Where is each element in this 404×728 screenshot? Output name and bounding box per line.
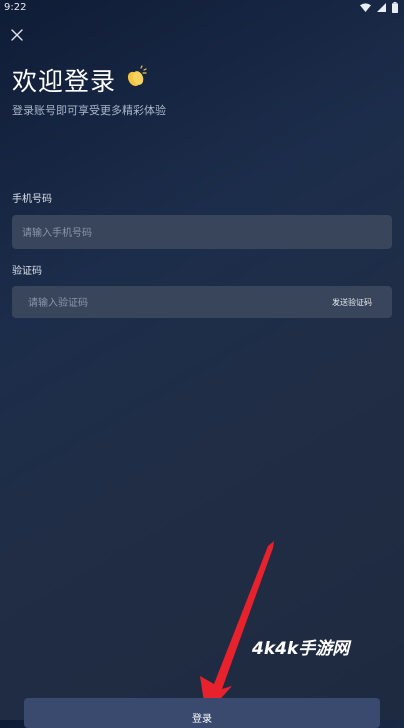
wifi-icon — [360, 3, 371, 12]
send-code-button[interactable]: 发送验证码 — [332, 286, 372, 318]
page-subtitle: 登录账号即可享受更多精彩体验 — [12, 104, 166, 117]
code-field: 发送验证码 — [12, 286, 392, 320]
status-icons — [360, 2, 398, 13]
login-button[interactable]: 登录 — [24, 698, 380, 728]
close-icon — [11, 26, 23, 45]
code-input[interactable] — [26, 286, 330, 320]
phone-label: 手机号码 — [12, 194, 52, 205]
phone-field — [12, 215, 392, 251]
watermark: 4k4k手游网 — [252, 639, 350, 659]
battery-icon — [392, 2, 398, 13]
close-button[interactable] — [8, 26, 26, 44]
signal-icon — [377, 3, 386, 12]
page-title-text: 欢迎登录 — [12, 67, 117, 96]
status-time: 9:22 — [4, 2, 27, 13]
clapping-hands-icon — [124, 65, 148, 95]
status-bar: 9:22 — [0, 0, 404, 16]
page-title: 欢迎登录 — [12, 62, 148, 98]
code-label: 验证码 — [12, 266, 42, 277]
phone-input[interactable] — [20, 215, 324, 251]
